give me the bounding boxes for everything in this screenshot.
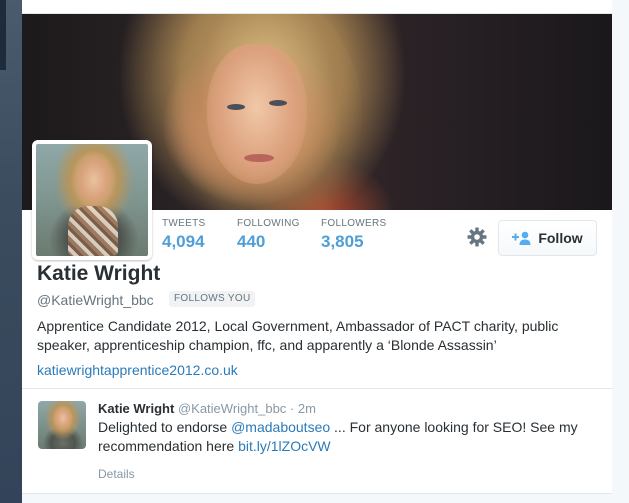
stat-followers-label: FOLLOWERS <box>321 218 387 229</box>
follow-button-label: Follow <box>538 230 583 246</box>
profile-website-link[interactable]: katiewrightapprentice2012.co.uk <box>37 362 238 378</box>
stat-tweets-value: 4,094 <box>162 232 205 251</box>
stat-followers-value: 3,805 <box>321 232 364 251</box>
banner-eye-left <box>227 104 245 110</box>
page-background-right <box>612 0 629 503</box>
banner-face <box>207 44 307 184</box>
stat-tweets-label: TWEETS <box>162 218 206 229</box>
profile-handle[interactable]: @KatieWright_bbc <box>37 292 154 308</box>
tweet-text-before: Delighted to endorse <box>98 419 232 435</box>
tweet-details-link[interactable]: Details <box>98 467 135 481</box>
stat-following-value: 440 <box>237 232 266 251</box>
avatar-scarf <box>68 206 118 256</box>
stat-tweets[interactable]: TWEETS 4,094 <box>162 218 205 252</box>
tweet-header: Katie Wright @KatieWright_bbc · 2m <box>98 401 316 416</box>
tweet-separator: · <box>289 401 295 416</box>
tweet-timestamp[interactable]: 2m <box>298 401 316 416</box>
profile-avatar[interactable] <box>32 140 152 260</box>
page-background-stripe <box>0 0 6 70</box>
tweet-avatar[interactable] <box>38 401 86 449</box>
tweet-item[interactable]: Katie Wright @KatieWright_bbc · 2m Delig… <box>22 389 612 493</box>
tweet-url-link[interactable]: bit.ly/1lZOcVW <box>238 438 331 454</box>
follow-button[interactable]: Follow <box>498 220 597 256</box>
stat-followers[interactable]: FOLLOWERS 3,805 <box>321 218 387 252</box>
banner-lips <box>244 154 274 162</box>
gear-icon[interactable] <box>466 226 488 248</box>
tweet-text: Delighted to endorse @madaboutseo ... Fo… <box>98 418 598 456</box>
banner-eye-right <box>269 100 287 106</box>
profile-name[interactable]: Katie Wright <box>37 262 160 286</box>
bottom-divider <box>22 493 612 503</box>
top-strip <box>22 0 612 14</box>
profile-card: TWEETS 4,094 FOLLOWING 440 FOLLOWERS 3,8… <box>22 0 612 503</box>
stat-following[interactable]: FOLLOWING 440 <box>237 218 300 252</box>
add-user-icon <box>512 231 531 245</box>
stat-following-label: FOLLOWING <box>237 218 300 229</box>
follows-you-badge: FOLLOWS YOU <box>169 291 256 307</box>
profile-bio: Apprentice Candidate 2012, Local Governm… <box>37 318 559 353</box>
page-background-left <box>0 0 22 503</box>
tweet-author-handle[interactable]: @KatieWright_bbc <box>178 401 286 416</box>
tweet-mention-link[interactable]: @madaboutseo <box>231 419 330 435</box>
tweet-author-name[interactable]: Katie Wright <box>98 401 174 416</box>
